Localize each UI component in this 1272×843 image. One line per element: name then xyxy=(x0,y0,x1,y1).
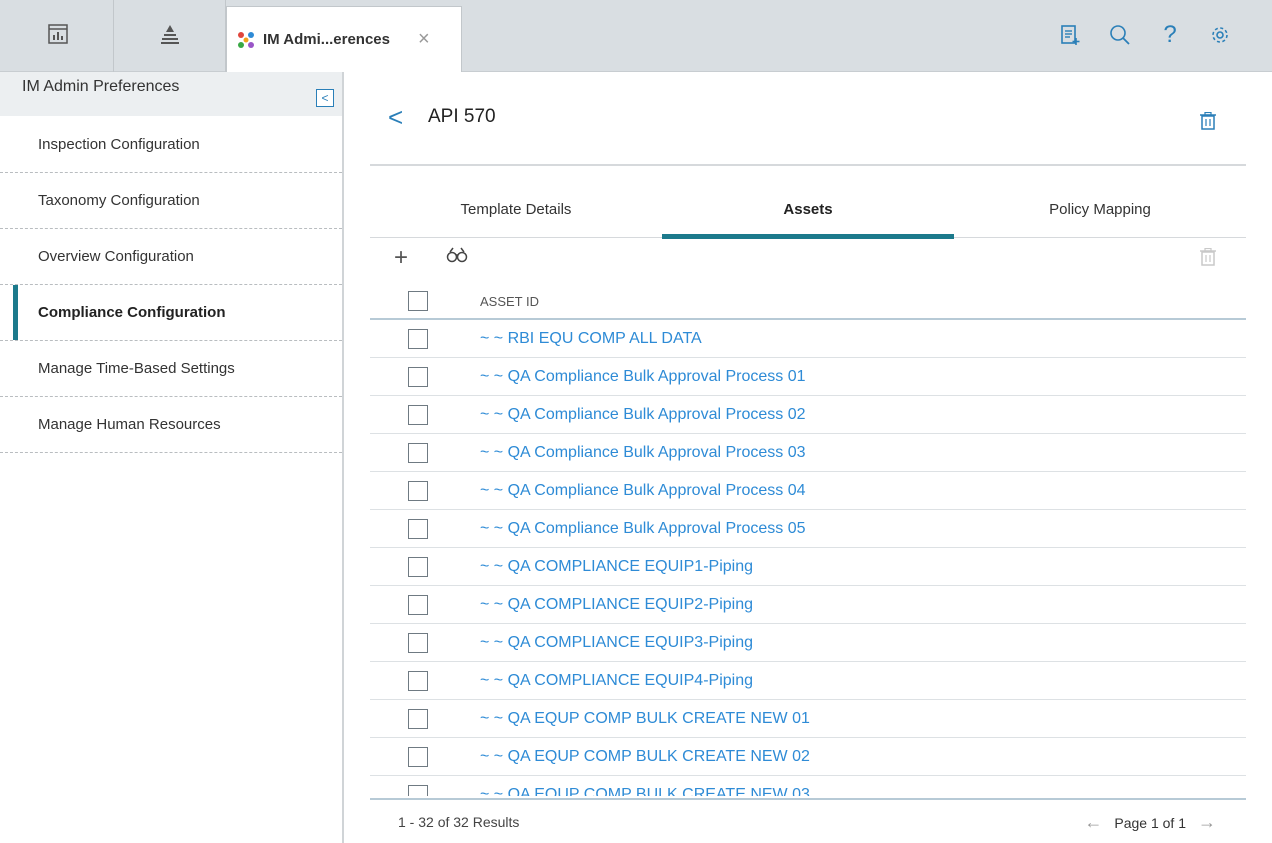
assets-grid: ASSET ID ~ ~ RBI EQU COMP ALL DATA ~ ~ Q… xyxy=(370,282,1246,796)
grid-header: ASSET ID xyxy=(370,282,1246,320)
search-icon[interactable] xyxy=(1108,22,1132,48)
next-page-button[interactable]: → xyxy=(1198,812,1216,833)
grid-toolbar: + xyxy=(370,244,1246,274)
dashboard-button[interactable] xyxy=(2,0,114,72)
page-indicator: Page 1 of 1 xyxy=(1114,814,1186,831)
row-checkbox[interactable] xyxy=(408,329,428,349)
row-checkbox[interactable] xyxy=(408,405,428,425)
sidebar-item-label: Manage Human Resources xyxy=(38,416,221,433)
table-row: ~ ~ QA EQUP COMP BULK CREATE NEW 02 xyxy=(370,738,1246,776)
results-count: 1 - 32 of 32 Results xyxy=(398,814,520,830)
collapse-sidebar-button[interactable]: < xyxy=(316,89,334,107)
sidebar-header: IM Admin Preferences < xyxy=(0,72,342,116)
table-row: ~ ~ RBI EQU COMP ALL DATA xyxy=(370,320,1246,358)
row-checkbox[interactable] xyxy=(408,709,428,729)
asset-link[interactable]: ~ ~ QA Compliance Bulk Approval Process … xyxy=(480,482,806,500)
asset-link[interactable]: ~ ~ QA COMPLIANCE EQUIP1-Piping xyxy=(480,558,753,576)
settings-icon[interactable] xyxy=(1208,22,1232,48)
row-checkbox[interactable] xyxy=(408,443,428,463)
asset-link[interactable]: ~ ~ QA EQUP COMP BULK CREATE NEW 03 xyxy=(480,786,810,796)
sidebar: IM Admin Preferences < Inspection Config… xyxy=(0,72,344,843)
row-checkbox[interactable] xyxy=(408,633,428,653)
sidebar-item-overview-configuration[interactable]: Overview Configuration xyxy=(0,229,342,285)
table-row: ~ ~ QA Compliance Bulk Approval Process … xyxy=(370,396,1246,434)
table-row: ~ ~ QA Compliance Bulk Approval Process … xyxy=(370,358,1246,396)
asset-link[interactable]: ~ ~ QA Compliance Bulk Approval Process … xyxy=(480,520,806,538)
sidebar-item-label: Overview Configuration xyxy=(38,248,194,265)
row-checkbox[interactable] xyxy=(408,785,428,796)
table-row: ~ ~ QA COMPLIANCE EQUIP1-Piping xyxy=(370,548,1246,586)
sidebar-item-label: Compliance Configuration xyxy=(38,304,226,321)
asset-link[interactable]: ~ ~ RBI EQU COMP ALL DATA xyxy=(480,330,702,348)
main-content: < API 570 Template Details Assets Policy… xyxy=(346,72,1272,843)
sidebar-item-manage-human-resources[interactable]: Manage Human Resources xyxy=(0,397,342,453)
close-icon[interactable]: × xyxy=(418,28,430,51)
table-row: ~ ~ QA COMPLIANCE EQUIP2-Piping xyxy=(370,586,1246,624)
sidebar-item-taxonomy-configuration[interactable]: Taxonomy Configuration xyxy=(0,173,342,229)
row-checkbox[interactable] xyxy=(408,747,428,767)
row-checkbox[interactable] xyxy=(408,481,428,501)
row-checkbox[interactable] xyxy=(408,595,428,615)
add-asset-button[interactable]: + xyxy=(394,246,408,270)
top-tab-bar: IM Admi...erences × ? xyxy=(0,0,1272,72)
row-checkbox[interactable] xyxy=(408,557,428,577)
title-row: < API 570 xyxy=(370,72,1246,166)
row-checkbox[interactable] xyxy=(408,519,428,539)
sidebar-item-label: Inspection Configuration xyxy=(38,135,200,153)
table-row: ~ ~ QA COMPLIANCE EQUIP4-Piping xyxy=(370,662,1246,700)
delete-template-button[interactable] xyxy=(1200,111,1216,135)
previous-page-button[interactable]: ← xyxy=(1084,812,1102,833)
tab-label: IM Admi...erences xyxy=(263,31,390,48)
asset-link[interactable]: ~ ~ QA Compliance Bulk Approval Process … xyxy=(480,444,806,462)
row-checkbox[interactable] xyxy=(408,671,428,691)
help-icon[interactable]: ? xyxy=(1158,21,1182,48)
sidebar-item-inspection-configuration[interactable]: Inspection Configuration xyxy=(0,116,342,173)
table-row: ~ ~ QA Compliance Bulk Approval Process … xyxy=(370,434,1246,472)
pagination: ← Page 1 of 1 → xyxy=(1084,812,1216,833)
table-row: ~ ~ QA Compliance Bulk Approval Process … xyxy=(370,510,1246,548)
binoculars-icon xyxy=(446,247,468,263)
back-button[interactable]: < xyxy=(388,102,403,133)
global-actions: ? xyxy=(1058,21,1232,48)
sidebar-item-label: Taxonomy Configuration xyxy=(38,192,200,209)
tab-im-admin-preferences[interactable]: IM Admi...erences × xyxy=(226,6,462,72)
trash-icon xyxy=(1200,247,1216,266)
tab-assets[interactable]: Assets xyxy=(662,180,954,239)
preferences-icon xyxy=(235,29,257,51)
new-document-icon[interactable] xyxy=(1058,22,1082,48)
tab-template-details[interactable]: Template Details xyxy=(370,180,662,238)
table-row: ~ ~ QA EQUP COMP BULK CREATE NEW 01 xyxy=(370,700,1246,738)
asset-link[interactable]: ~ ~ QA COMPLIANCE EQUIP2-Piping xyxy=(480,596,753,614)
page-title: API 570 xyxy=(428,106,496,127)
sidebar-item-manage-time-based-settings[interactable]: Manage Time-Based Settings xyxy=(0,341,342,397)
asset-link[interactable]: ~ ~ QA EQUP COMP BULK CREATE NEW 01 xyxy=(480,710,810,728)
asset-hierarchy-icon xyxy=(159,23,181,50)
table-row: ~ ~ QA COMPLIANCE EQUIP3-Piping xyxy=(370,624,1246,662)
dashboard-icon xyxy=(47,23,69,50)
sidebar-item-label: Manage Time-Based Settings xyxy=(38,360,235,377)
select-all-checkbox[interactable] xyxy=(408,291,428,311)
sidebar-title: IM Admin Preferences xyxy=(22,78,180,95)
asset-link[interactable]: ~ ~ QA COMPLIANCE EQUIP4-Piping xyxy=(480,672,753,690)
grid-footer: 1 - 32 of 32 Results ← Page 1 of 1 → xyxy=(370,798,1246,843)
table-row: ~ ~ QA Compliance Bulk Approval Process … xyxy=(370,472,1246,510)
tab-policy-mapping[interactable]: Policy Mapping xyxy=(954,180,1246,238)
detail-tabs: Template Details Assets Policy Mapping xyxy=(370,180,1246,239)
asset-hierarchy-button[interactable] xyxy=(114,0,226,72)
delete-selected-button[interactable] xyxy=(1200,247,1216,271)
asset-link[interactable]: ~ ~ QA Compliance Bulk Approval Process … xyxy=(480,368,806,386)
trash-icon xyxy=(1200,111,1216,130)
table-row: ~ ~ QA EQUP COMP BULK CREATE NEW 03 xyxy=(370,776,1246,796)
column-header-asset-id: ASSET ID xyxy=(480,294,540,309)
row-checkbox[interactable] xyxy=(408,367,428,387)
asset-link[interactable]: ~ ~ QA Compliance Bulk Approval Process … xyxy=(480,406,806,424)
asset-link[interactable]: ~ ~ QA COMPLIANCE EQUIP3-Piping xyxy=(480,634,753,652)
find-asset-button[interactable] xyxy=(446,247,468,268)
sidebar-item-compliance-configuration[interactable]: Compliance Configuration xyxy=(0,285,342,341)
asset-link[interactable]: ~ ~ QA EQUP COMP BULK CREATE NEW 02 xyxy=(480,748,810,766)
